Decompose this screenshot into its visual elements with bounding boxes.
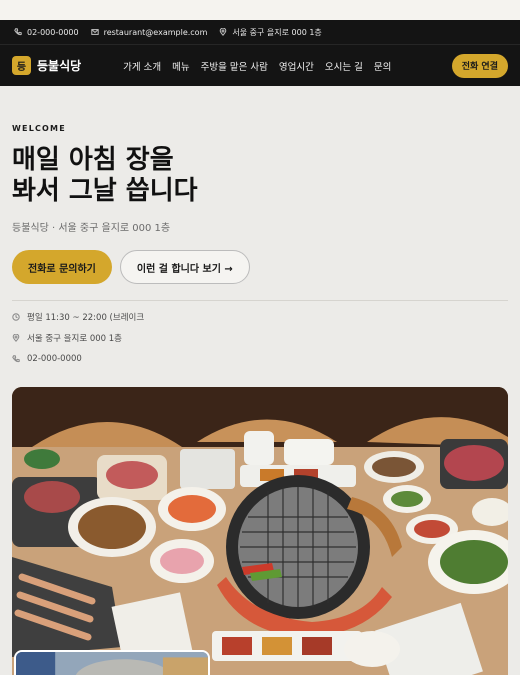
detail-phone[interactable]: 02-000-0000 <box>12 353 508 365</box>
hero-eyebrow: WELCOME <box>12 124 66 133</box>
main-nav: 등 등불식당 가게 소개 메뉴 주방을 맡은 사람 영업시간 오시는 길 문의 … <box>0 44 520 86</box>
nav-menu: 가게 소개 메뉴 주방을 맡은 사람 영업시간 오시는 길 문의 <box>123 59 391 73</box>
info-email[interactable]: restaurant@example.com <box>90 27 208 37</box>
phone-inquiry-button[interactable]: 전화로 문의하기 <box>12 250 112 284</box>
hero-section: WELCOME 매일 아침 장을 봐서 그날 씁니다 등불식당 · 서울 중구 … <box>0 86 520 675</box>
mail-icon <box>90 29 99 35</box>
phone-icon <box>12 355 20 363</box>
info-address: 서울 중구 을지로 000 1층 <box>219 27 322 38</box>
hero-ctas: 전화로 문의하기 이런 걸 합니다 보기 → <box>12 250 508 284</box>
hero-headline-line2: 봐서 그날 씁니다 <box>12 176 198 206</box>
nav-item-directions[interactable]: 오시는 길 <box>325 59 363 73</box>
top-spacer <box>0 0 520 20</box>
phone-icon <box>14 28 22 36</box>
view-services-button[interactable]: 이런 걸 합니다 보기 → <box>119 250 250 284</box>
detail-address-text: 서울 중구 을지로 000 1층 <box>27 334 123 344</box>
hero-subline: 등불식당 · 서울 중구 을지로 000 1층 <box>12 223 171 234</box>
gallery-thumbnail[interactable] <box>14 650 210 675</box>
thumbnail-illustration <box>16 652 208 675</box>
nav-item-hours[interactable]: 영업시간 <box>279 59 314 73</box>
hero-divider <box>12 300 508 301</box>
info-bar: 02-000-0000 restaurant@example.com 서울 중구… <box>0 20 520 44</box>
brand[interactable]: 등 등불식당 <box>12 56 81 75</box>
hero-details: 평일 11:30 ~ 22:00 (브레이크 서울 중구 을지로 000 1층 … <box>12 311 508 365</box>
detail-hours: 평일 11:30 ~ 22:00 (브레이크 <box>12 311 508 323</box>
info-phone-text: 02-000-0000 <box>27 27 79 37</box>
nav-item-menu[interactable]: 메뉴 <box>172 59 189 73</box>
hero-headline: 매일 아침 장을 봐서 그날 씁니다 <box>12 145 508 207</box>
detail-address: 서울 중구 을지로 000 1층 <box>12 332 508 344</box>
detail-phone-text: 02-000-0000 <box>27 354 82 364</box>
clock-icon <box>12 313 20 321</box>
call-button[interactable]: 전화 연결 <box>451 53 508 78</box>
brand-logo: 등 <box>12 56 31 75</box>
info-address-text: 서울 중구 을지로 000 1층 <box>232 27 322 37</box>
nav-item-chef[interactable]: 주방을 맡은 사람 <box>201 59 268 73</box>
brand-name: 등불식당 <box>37 59 82 73</box>
food-photo-illustration <box>12 387 508 675</box>
detail-hours-text: 평일 11:30 ~ 22:00 (브레이크 <box>27 313 145 323</box>
pin-icon <box>220 28 227 36</box>
info-email-text: restaurant@example.com <box>103 27 208 37</box>
nav-item-contact[interactable]: 문의 <box>374 59 391 73</box>
hero-food-photo <box>12 387 508 675</box>
info-phone[interactable]: 02-000-0000 <box>14 28 79 37</box>
nav-item-about[interactable]: 가게 소개 <box>123 59 161 73</box>
hero-headline-line1: 매일 아침 장을 <box>12 145 174 175</box>
pin-icon <box>12 334 20 342</box>
